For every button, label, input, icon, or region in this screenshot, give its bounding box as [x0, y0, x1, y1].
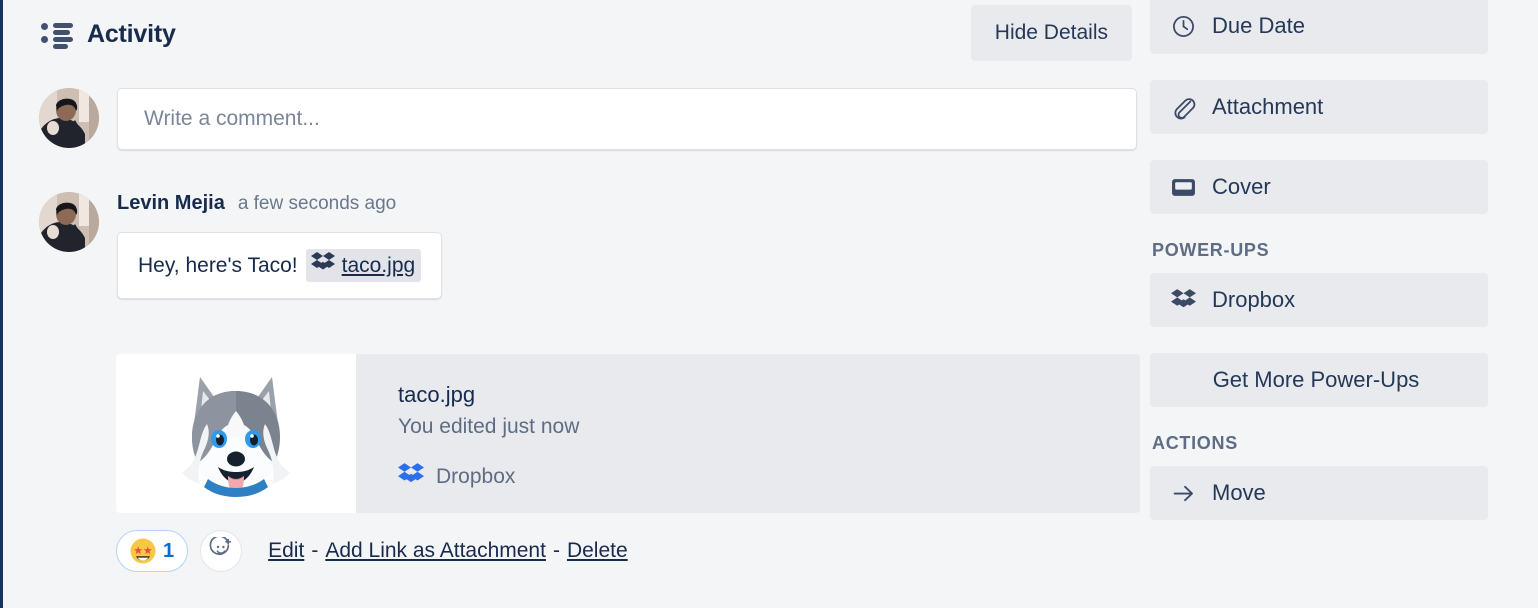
paperclip-icon	[1170, 94, 1196, 120]
attachment-card[interactable]: taco.jpg You edited just now	[116, 354, 1140, 513]
edit-link[interactable]: Edit	[268, 539, 304, 563]
link-separator: -	[311, 539, 318, 563]
card-sidebar: Due Date Attachment Co	[1140, 0, 1538, 608]
dropbox-icon	[1170, 287, 1196, 313]
star-struck-emoji	[130, 538, 156, 564]
link-separator: -	[553, 539, 560, 563]
get-more-powerups-button[interactable]: Get More Power-Ups	[1150, 353, 1488, 407]
arrow-right-icon	[1170, 480, 1196, 506]
powerups-heading: POWER-UPS	[1152, 240, 1490, 261]
attachment-source: Dropbox	[398, 463, 1140, 491]
attachment-thumbnail[interactable]	[116, 354, 356, 513]
sidebar-inner: Due Date Attachment Co	[1150, 0, 1490, 546]
comment-timestamp: a few seconds ago	[238, 193, 396, 215]
sidebar-item-move[interactable]: Move	[1150, 466, 1488, 520]
add-reaction-icon	[209, 537, 233, 566]
card-detail-view: Activity Hide Details	[0, 0, 1538, 608]
clock-icon	[1170, 13, 1196, 39]
comment-input-placeholder: Write a comment...	[144, 107, 320, 131]
attachment-link-label: taco.jpg	[342, 254, 416, 278]
dropbox-icon	[311, 252, 335, 279]
comment-composer-row: Write a comment...	[39, 88, 1139, 150]
attachment-info: taco.jpg You edited just now	[356, 354, 1140, 513]
sidebar-item-attachment[interactable]: Attachment	[1150, 80, 1488, 134]
actions-heading: ACTIONS	[1152, 433, 1490, 454]
comment-input[interactable]: Write a comment...	[117, 88, 1137, 150]
dropbox-icon	[398, 463, 424, 491]
comment-actions-row: 1 Edit - Add Link as Attachment -	[116, 530, 628, 572]
add-link-as-attachment-link[interactable]: Add Link as Attachment	[325, 539, 546, 563]
cover-icon	[1170, 174, 1196, 200]
comment-bubble[interactable]: Hey, here's Taco!	[117, 232, 442, 299]
attachment-name: taco.jpg	[398, 382, 1140, 407]
add-reaction-button[interactable]	[200, 530, 242, 572]
reaction-button[interactable]: 1	[116, 530, 188, 572]
sidebar-item-label: Attachment	[1212, 94, 1323, 120]
sidebar-item-cover[interactable]: Cover	[1150, 160, 1488, 214]
sidebar-item-label: Cover	[1212, 174, 1271, 200]
comment-author: Levin Mejia	[117, 192, 225, 215]
sidebar-item-label: Move	[1212, 480, 1266, 506]
actions-section: ACTIONS Move	[1150, 433, 1490, 520]
comment-text: Hey, here's Taco!	[138, 254, 298, 278]
comment-links: Edit - Add Link as Attachment - Delete	[268, 539, 628, 563]
delete-link[interactable]: Delete	[567, 539, 628, 563]
avatar[interactable]	[39, 88, 99, 148]
reaction-count: 1	[163, 540, 174, 563]
comment-meta: Levin Mejia a few seconds ago	[117, 192, 442, 222]
attachment-source-label: Dropbox	[436, 465, 515, 489]
activity-header: Activity	[41, 8, 1131, 60]
sidebar-item-due-date[interactable]: Due Date	[1150, 0, 1488, 54]
powerups-section: POWER-UPS Dropbox	[1150, 240, 1490, 407]
comment-item: Levin Mejia a few seconds ago Hey, here'…	[39, 192, 1139, 299]
activity-panel: Activity Hide Details	[3, 0, 1140, 608]
page-title: Activity	[87, 20, 176, 49]
attachment-meta: You edited just now	[398, 415, 1140, 439]
sidebar-item-dropbox[interactable]: Dropbox	[1150, 273, 1488, 327]
avatar[interactable]	[39, 192, 99, 252]
comment-attachment-link[interactable]: taco.jpg	[306, 249, 422, 282]
comment-body: Levin Mejia a few seconds ago Hey, here'…	[117, 192, 442, 299]
sidebar-item-label: Dropbox	[1212, 287, 1295, 313]
hide-details-button[interactable]: Hide Details	[971, 5, 1132, 61]
activity-list-icon	[41, 21, 73, 47]
sidebar-item-label: Due Date	[1212, 13, 1305, 39]
